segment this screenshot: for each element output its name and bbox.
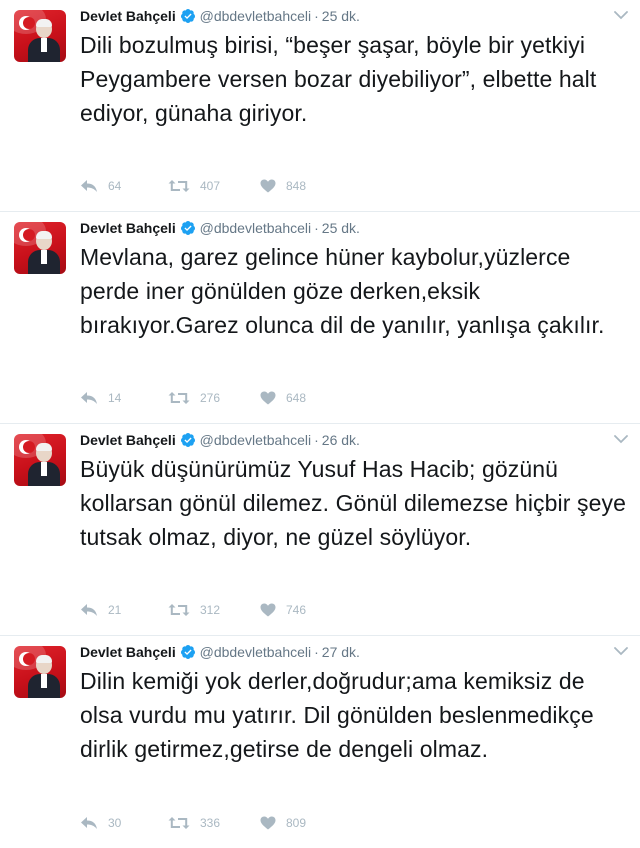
tweet-text: Mevlana, garez gelince hüner kaybolur,yü… <box>80 244 605 338</box>
retweet-button[interactable]: 312 <box>168 603 224 617</box>
like-button[interactable]: 809 <box>260 816 310 830</box>
avatar[interactable] <box>14 10 66 62</box>
user-name[interactable]: Devlet Bahçeli <box>80 432 176 448</box>
chevron-down-icon[interactable] <box>614 434 628 444</box>
tweet[interactable]: Devlet Bahçeli @dbdevletbahceli · 27 dk. D… <box>0 636 640 848</box>
tweet-text: Dili bozulmuş birisi, “beşer şaşar, böyl… <box>80 32 597 126</box>
verified-badge-icon <box>180 221 195 235</box>
heart-icon <box>260 391 276 405</box>
avatar[interactable] <box>14 222 66 274</box>
retweet-count: 276 <box>200 391 221 405</box>
tweet-header: Devlet Bahçeli @dbdevletbahceli · 26 dk. <box>80 432 360 448</box>
avatar[interactable] <box>14 434 66 486</box>
tweet-actions: 14 276 648 <box>80 391 346 405</box>
tweet[interactable]: Devlet Bahçeli @dbdevletbahceli · 25 dk. M… <box>0 212 640 424</box>
retweet-count: 336 <box>200 816 221 830</box>
tweet-timestamp[interactable]: 26 dk. <box>322 432 360 448</box>
tweet-text: Büyük düşünürümüz Yusuf Has Hacib; gözün… <box>80 456 626 550</box>
tweet-timestamp[interactable]: 27 dk. <box>322 644 360 660</box>
heart-icon <box>260 603 276 617</box>
reply-icon <box>81 817 97 829</box>
verified-badge-icon <box>180 433 195 447</box>
like-count: 648 <box>286 391 307 405</box>
tweet-header: Devlet Bahçeli @dbdevletbahceli · 27 dk. <box>80 644 360 660</box>
timeline: Devlet Bahçeli @dbdevletbahceli · 25 dk. D… <box>0 0 640 848</box>
user-handle[interactable]: @dbdevletbahceli <box>200 432 312 448</box>
tweet[interactable]: Devlet Bahçeli @dbdevletbahceli · 25 dk. D… <box>0 0 640 212</box>
reply-count: 21 <box>108 603 122 617</box>
reply-icon <box>81 180 97 192</box>
user-handle[interactable]: @dbdevletbahceli <box>200 220 312 236</box>
chevron-down-icon[interactable] <box>614 10 628 20</box>
tweet[interactable]: Devlet Bahçeli @dbdevletbahceli · 26 dk. B… <box>0 424 640 636</box>
user-name[interactable]: Devlet Bahçeli <box>80 8 176 24</box>
user-handle[interactable]: @dbdevletbahceli <box>200 644 312 660</box>
retweet-icon <box>168 392 190 404</box>
reply-count: 30 <box>108 816 122 830</box>
retweet-icon <box>168 817 190 829</box>
retweet-button[interactable]: 336 <box>168 816 224 830</box>
tweet-header: Devlet Bahçeli @dbdevletbahceli · 25 dk. <box>80 220 360 236</box>
tweet-header: Devlet Bahçeli @dbdevletbahceli · 25 dk. <box>80 8 360 24</box>
like-count: 746 <box>286 603 307 617</box>
like-button[interactable]: 648 <box>260 391 310 405</box>
user-name[interactable]: Devlet Bahçeli <box>80 220 176 236</box>
tweet-timestamp[interactable]: 25 dk. <box>322 8 360 24</box>
verified-badge-icon <box>180 645 195 659</box>
reply-button[interactable]: 14 <box>80 391 132 405</box>
heart-icon <box>260 816 276 830</box>
retweet-button[interactable]: 407 <box>168 179 224 193</box>
reply-icon <box>81 604 97 616</box>
tweet-timestamp[interactable]: 25 dk. <box>322 220 360 236</box>
reply-button[interactable]: 64 <box>80 179 132 193</box>
retweet-button[interactable]: 276 <box>168 391 224 405</box>
reply-icon <box>81 392 97 404</box>
chevron-down-icon[interactable] <box>614 646 628 656</box>
tweet-actions: 64 407 848 <box>80 179 346 193</box>
tweet-actions: 21 312 746 <box>80 603 346 617</box>
verified-badge-icon <box>180 9 195 23</box>
avatar[interactable] <box>14 646 66 698</box>
retweet-count: 312 <box>200 603 221 617</box>
retweet-icon <box>168 604 190 616</box>
like-button[interactable]: 746 <box>260 603 310 617</box>
like-button[interactable]: 848 <box>260 179 310 193</box>
reply-button[interactable]: 21 <box>80 603 132 617</box>
reply-count: 14 <box>108 391 122 405</box>
like-count: 848 <box>286 179 307 193</box>
like-count: 809 <box>286 816 307 830</box>
reply-count: 64 <box>108 179 122 193</box>
retweet-icon <box>168 180 190 192</box>
user-name[interactable]: Devlet Bahçeli <box>80 644 176 660</box>
tweet-text: Dilin kemiği yok derler,doğrudur;ama kem… <box>80 668 594 762</box>
user-handle[interactable]: @dbdevletbahceli <box>200 8 312 24</box>
reply-button[interactable]: 30 <box>80 816 132 830</box>
heart-icon <box>260 179 276 193</box>
retweet-count: 407 <box>200 179 221 193</box>
tweet-actions: 30 336 809 <box>80 816 346 830</box>
